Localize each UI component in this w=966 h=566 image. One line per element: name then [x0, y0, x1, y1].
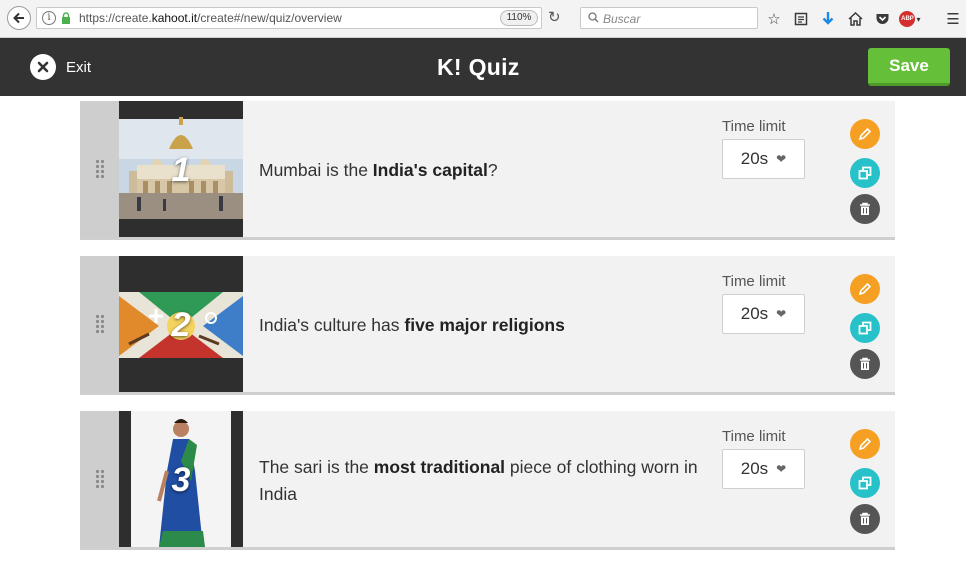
pocket-icon[interactable]: [873, 10, 891, 28]
question-text: India's culture has five major religions: [259, 315, 565, 335]
time-limit-select[interactable]: 20s ❤: [722, 294, 805, 334]
duplicate-icon: [858, 321, 872, 335]
delete-button[interactable]: [850, 194, 880, 224]
browser-toolbar: i https://create.kahoot.it/create#/new/q…: [0, 0, 966, 38]
question-number: 3: [171, 461, 191, 499]
app-header: Exit K! Quiz Save: [0, 38, 966, 96]
home-icon[interactable]: [846, 10, 864, 28]
time-limit-label: Time limit: [722, 118, 786, 135]
drag-handle-icon[interactable]: [80, 101, 119, 237]
edit-button[interactable]: [850, 429, 880, 459]
question-image: 2: [119, 256, 243, 392]
back-arrow-icon: [13, 12, 24, 24]
question-list: 1 Mumbai is the India's capital? Time li…: [80, 101, 895, 566]
pencil-icon: [858, 437, 872, 451]
chevron-down-icon: ❤: [776, 152, 787, 166]
page-title-text: Quiz: [468, 54, 520, 80]
search-placeholder: Buscar: [603, 12, 641, 26]
address-bar[interactable]: i https://create.kahoot.it/create#/new/q…: [36, 7, 542, 29]
chevron-down-icon: ❤: [776, 462, 787, 476]
delete-button[interactable]: [850, 349, 880, 379]
save-button[interactable]: Save: [868, 48, 950, 86]
duplicate-button[interactable]: [850, 468, 880, 498]
url-text: https://create.kahoot.it/create#/new/qui…: [79, 11, 342, 25]
search-icon: [588, 12, 599, 23]
question-number: 2: [171, 306, 191, 344]
exit-button[interactable]: Exit: [30, 54, 91, 80]
back-button[interactable]: [7, 6, 31, 30]
delete-button[interactable]: [850, 504, 880, 534]
reading-list-icon[interactable]: [792, 10, 810, 28]
duplicate-button[interactable]: [850, 313, 880, 343]
kahoot-logo: K!: [437, 54, 462, 80]
trash-icon: [860, 202, 870, 215]
time-limit-label: Time limit: [722, 428, 786, 445]
exit-label: Exit: [66, 58, 92, 76]
page-title: K! Quiz: [437, 54, 520, 81]
question-text: Mumbai is the India's capital?: [259, 160, 498, 180]
question-image: 1: [119, 101, 243, 237]
question-number: 1: [171, 151, 191, 189]
adblock-icon[interactable]: ABP ▾: [898, 10, 922, 28]
trash-icon: [860, 512, 870, 525]
pencil-icon: [858, 127, 872, 141]
pencil-icon: [858, 282, 872, 296]
menu-icon[interactable]: ☰: [944, 10, 962, 28]
question-card[interactable]: 1 Mumbai is the India's capital? Time li…: [80, 101, 895, 240]
time-limit-select[interactable]: 20s ❤: [722, 449, 805, 489]
reload-icon[interactable]: ↻: [548, 9, 561, 27]
lock-icon: [62, 12, 70, 24]
drag-handle-icon[interactable]: [80, 256, 119, 392]
search-input[interactable]: Buscar: [580, 7, 758, 29]
info-icon[interactable]: i: [42, 11, 56, 25]
time-limit-label: Time limit: [722, 273, 786, 290]
question-card[interactable]: 2 India's culture has five major religio…: [80, 256, 895, 395]
zoom-indicator[interactable]: 110%: [500, 10, 538, 26]
drag-handle-icon[interactable]: [80, 411, 119, 547]
download-icon[interactable]: [819, 10, 837, 28]
duplicate-icon: [858, 476, 872, 490]
trash-icon: [860, 357, 870, 370]
close-icon: [30, 54, 56, 80]
duplicate-icon: [858, 166, 872, 180]
chevron-down-icon: ❤: [776, 307, 787, 321]
edit-button[interactable]: [850, 274, 880, 304]
question-card[interactable]: 3 The sari is the most traditional piece…: [80, 411, 895, 550]
question-image: 3: [119, 411, 243, 547]
question-text: The sari is the most traditional piece o…: [259, 457, 698, 504]
time-limit-select[interactable]: 20s ❤: [722, 139, 805, 179]
edit-button[interactable]: [850, 119, 880, 149]
bookmark-star-icon[interactable]: ☆: [765, 10, 783, 28]
duplicate-button[interactable]: [850, 158, 880, 188]
